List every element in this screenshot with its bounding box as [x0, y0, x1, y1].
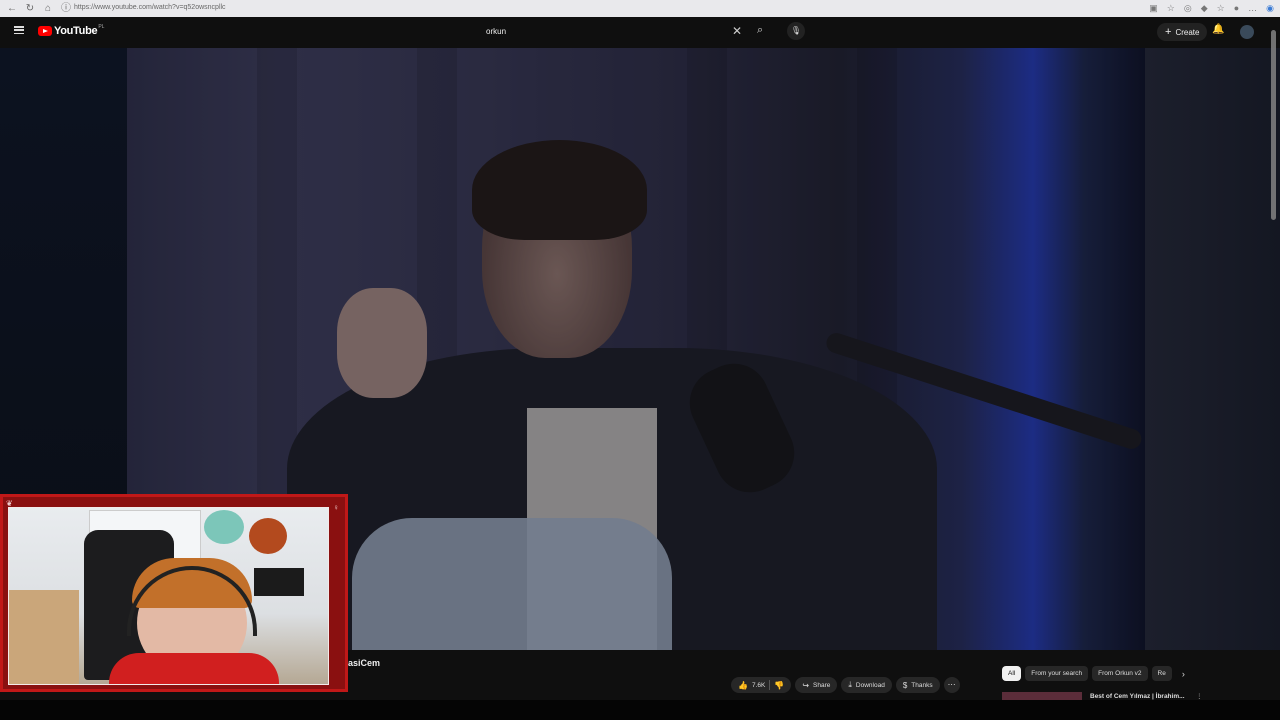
recommendation-chips: All From your search From Orkun v2 Re › [1002, 666, 1185, 681]
browser-actions: ▣ ☆ ◎ ◆ ☆ ● … ◉ [1149, 0, 1274, 17]
youtube-masthead: YouTube PL orkun ✕ ⌕ 🎙 + Create 🔔 [0, 17, 1280, 48]
edge-copilot-icon[interactable]: ◉ [1266, 0, 1274, 17]
bottom-edge [0, 700, 1280, 720]
home-icon[interactable]: ⌂ [42, 0, 54, 17]
related-video-title[interactable]: Best of Cem Yılmaz | İbrahim... [1090, 693, 1185, 700]
extensions-icon[interactable]: ▣ [1149, 0, 1158, 17]
share-icon: ↪ [802, 680, 810, 690]
share-button[interactable]: ↪ Share [795, 677, 838, 693]
thanks-button[interactable]: $ Thanks [895, 677, 940, 693]
refresh-icon[interactable]: ↻ [24, 0, 36, 17]
youtube-logo-text: YouTube [54, 25, 98, 37]
webcam-streamer-top [109, 653, 279, 684]
chip-from-your-search[interactable]: From your search [1025, 666, 1089, 681]
dislike-icon[interactable]: 👎 [774, 681, 784, 690]
page-scrollbar[interactable] [1271, 30, 1276, 220]
chip-related[interactable]: Re [1151, 666, 1172, 681]
notifications-icon[interactable]: 🔔 [1212, 24, 1224, 35]
youtube-country-code: PL [98, 24, 105, 30]
like-divider [769, 680, 771, 690]
like-count[interactable]: 7.6K [752, 682, 765, 689]
profile-icon[interactable]: ● [1234, 0, 1239, 17]
thanks-icon: $ [902, 680, 908, 690]
favorites-icon[interactable]: ☆ [1217, 0, 1225, 17]
plus-icon: + [1165, 25, 1172, 38]
webcam-guitar [204, 510, 244, 544]
youtube-play-icon [38, 26, 52, 36]
webcam-overlay: ❦ ♀ [0, 494, 348, 692]
related-video-thumbnail[interactable] [1002, 692, 1082, 700]
webcam-shelf [9, 590, 79, 684]
download-icon: ⤓ [848, 680, 852, 689]
share-label: Share [813, 681, 831, 689]
chip-all[interactable]: All [1002, 666, 1022, 681]
download-label: Download [855, 681, 885, 689]
like-dislike-group: 👍 7.6K 👎 [731, 677, 792, 693]
site-info-icon[interactable]: ⓘ [60, 0, 72, 17]
webcam-feed [8, 507, 329, 685]
chevron-right-icon[interactable]: › [1182, 669, 1185, 679]
voice-search-icon[interactable]: 🎙 [787, 22, 805, 40]
search-icon[interactable]: ⌕ [757, 24, 763, 37]
address-bar[interactable]: https://www.youtube.com/watch?v=q52owsnc… [74, 3, 226, 13]
create-button[interactable]: + Create [1157, 23, 1208, 41]
search-box[interactable]: orkun ✕ ⌕ [477, 22, 773, 43]
favorite-icon[interactable]: ☆ [1167, 0, 1175, 17]
extension-puzzle-icon[interactable]: ◆ [1201, 0, 1208, 17]
create-label: Create [1175, 27, 1200, 37]
tab-icon[interactable]: ◎ [1184, 0, 1192, 17]
thanks-label: Thanks [911, 681, 933, 689]
search-input[interactable]: orkun [486, 27, 506, 36]
related-video-menu-icon[interactable]: ⋮ [1196, 692, 1203, 700]
theater-right-background [1145, 48, 1280, 650]
avatar[interactable] [1240, 25, 1254, 39]
browser-toolbar: ← ↻ ⌂ ⓘ https://www.youtube.com/watch?v=… [0, 0, 1280, 17]
more-icon[interactable]: … [1248, 0, 1257, 17]
webcam-amplifier [254, 568, 304, 596]
video-actions: 👍 7.6K 👎 ↪ Share ⤓ Download $ Thanks ⋯ [731, 677, 960, 693]
webcam-guitar [249, 518, 287, 554]
menu-icon[interactable] [14, 26, 24, 34]
youtube-logo[interactable]: YouTube PL [38, 24, 105, 37]
chip-from-orkun-v2[interactable]: From Orkun v2 [1092, 666, 1148, 681]
download-button[interactable]: ⤓ Download [841, 677, 892, 693]
clear-search-icon[interactable]: ✕ [732, 24, 742, 38]
ornament-icon: ♀ [333, 503, 339, 512]
back-icon[interactable]: ← [6, 0, 18, 17]
like-icon[interactable]: 👍 [738, 681, 748, 690]
more-actions-button[interactable]: ⋯ [943, 677, 960, 693]
